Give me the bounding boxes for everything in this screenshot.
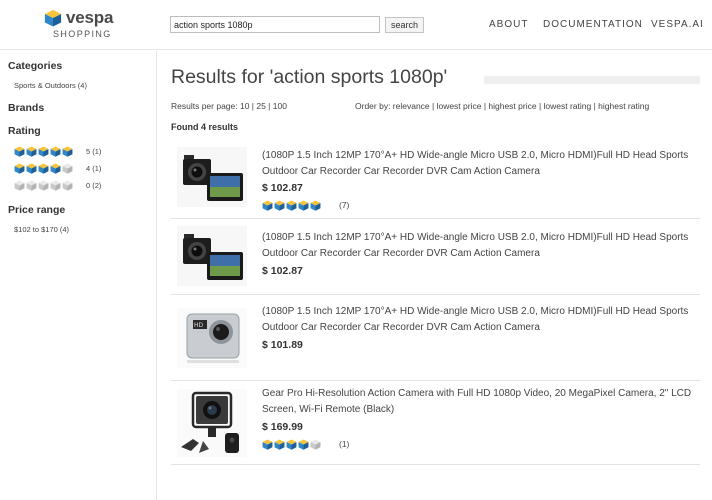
price-range-item[interactable]: $102 to $170 (4)	[14, 225, 69, 234]
result-rating: (1)	[262, 439, 372, 450]
search-button[interactable]: search	[385, 17, 424, 33]
result-price: $ 102.87	[262, 265, 303, 277]
rating-cube-filled-icon	[14, 146, 25, 157]
result-item[interactable]: HD (1080P 1.5 Inch 12MP 170°A+ HD Wide-a…	[171, 295, 700, 381]
result-price: $ 101.89	[262, 339, 303, 351]
rating-cube-empty-icon	[26, 180, 37, 191]
rating-cube-filled-icon	[262, 439, 273, 450]
camera-with-screen-icon	[177, 147, 247, 207]
rating-cube-filled-icon	[286, 200, 297, 211]
top-header: vespa SHOPPING search ABOUT DOCUMENTATIO…	[0, 0, 712, 50]
brand-name: vespa	[66, 8, 114, 27]
result-price: $ 169.99	[262, 421, 303, 433]
result-title[interactable]: Gear Pro Hi-Resolution Action Camera wit…	[262, 386, 694, 418]
result-item[interactable]: (1080P 1.5 Inch 12MP 170°A+ HD Wide-angl…	[171, 140, 700, 219]
result-title[interactable]: (1080P 1.5 Inch 12MP 170°A+ HD Wide-angl…	[262, 230, 694, 262]
category-item-sports-outdoors[interactable]: Sports & Outdoors (4)	[14, 81, 87, 90]
results-title: Results for 'action sports 1080p'	[171, 66, 448, 88]
result-rating: (7)	[262, 200, 352, 211]
rating-cube-filled-icon	[298, 439, 309, 450]
rating-cube-filled-icon	[38, 163, 49, 174]
rating-cube-filled-icon	[310, 200, 321, 211]
rating-cube-filled-icon	[262, 200, 273, 211]
action-camera-kit-icon	[177, 389, 247, 457]
brands-heading: Brands	[8, 102, 45, 114]
result-title[interactable]: (1080P 1.5 Inch 12MP 170°A+ HD Wide-angl…	[262, 148, 694, 180]
rating-cube-filled-icon	[274, 200, 285, 211]
rating-stars	[262, 200, 322, 211]
rating-stars	[14, 163, 74, 174]
rating-cube-filled-icon	[298, 200, 309, 211]
vespa-logo[interactable]: vespa SHOPPING	[44, 8, 124, 42]
rating-cube-empty-icon	[38, 180, 49, 191]
rating-cube-filled-icon	[62, 146, 73, 157]
rating-cube-empty-icon	[14, 180, 25, 191]
rating-stars	[14, 146, 74, 157]
rating-cube-filled-icon	[26, 163, 37, 174]
svg-text:HD: HD	[194, 322, 204, 329]
nav-vespa-ai[interactable]: VESPA.AI	[651, 19, 704, 30]
found-count: Found 4 results	[171, 122, 239, 132]
rating-cube-empty-icon	[62, 163, 73, 174]
rating-filter-label: 4 (1)	[86, 164, 102, 173]
title-decoration-bar	[484, 76, 700, 84]
rating-cube-filled-icon	[50, 146, 61, 157]
rating-filter-label: 0 (2)	[86, 181, 102, 190]
rating-cube-empty-icon	[310, 439, 321, 450]
search-input[interactable]	[170, 16, 380, 33]
rating-heading: Rating	[8, 125, 41, 137]
result-item[interactable]: (1080P 1.5 Inch 12MP 170°A+ HD Wide-angl…	[171, 219, 700, 295]
categories-heading: Categories	[8, 60, 63, 72]
filter-sidebar: Categories Sports & Outdoors (4) Brands …	[0, 51, 157, 500]
rating-cube-filled-icon	[50, 163, 61, 174]
rating-cube-filled-icon	[274, 439, 285, 450]
rating-stars	[262, 439, 322, 450]
brand-subtitle: SHOPPING	[53, 29, 112, 39]
rating-cube-filled-icon	[14, 163, 25, 174]
results-per-page[interactable]: Results per page: 10 | 25 | 100	[171, 101, 287, 111]
nav-about[interactable]: ABOUT	[489, 19, 528, 30]
price-range-heading: Price range	[8, 204, 66, 216]
camera-with-screen-icon	[177, 226, 247, 286]
cube-logo-icon	[44, 9, 62, 27]
review-count: (7)	[339, 200, 350, 210]
result-title[interactable]: (1080P 1.5 Inch 12MP 170°A+ HD Wide-angl…	[262, 304, 694, 336]
result-price: $ 102.87	[262, 182, 303, 194]
nav-documentation[interactable]: DOCUMENTATION	[543, 19, 643, 30]
rating-cube-filled-icon	[38, 146, 49, 157]
rating-cube-filled-icon	[286, 439, 297, 450]
rating-filter-label: 5 (1)	[86, 147, 102, 156]
rating-stars	[14, 180, 74, 191]
rating-cube-filled-icon	[26, 146, 37, 157]
result-item[interactable]: Gear Pro Hi-Resolution Action Camera wit…	[171, 381, 700, 465]
rating-cube-empty-icon	[50, 180, 61, 191]
order-by-options[interactable]: Order by: relevance | lowest price | hig…	[355, 101, 649, 111]
rating-cube-empty-icon	[62, 180, 73, 191]
review-count: (1)	[339, 439, 350, 449]
silver-action-camera-icon: HD	[177, 308, 247, 368]
